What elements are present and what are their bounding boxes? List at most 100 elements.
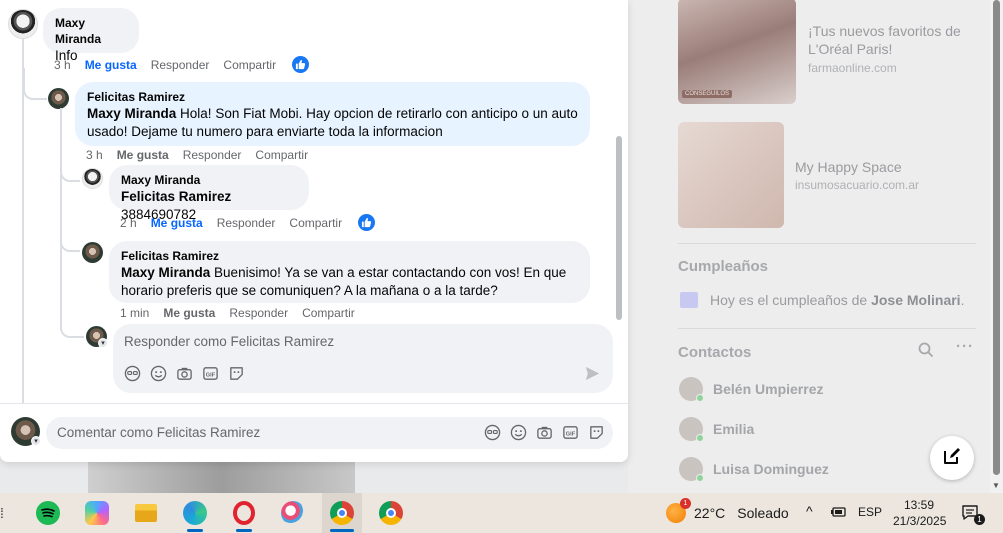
comment-author[interactable]: Maxy Miranda — [121, 172, 297, 188]
weather-text: Soleado — [737, 505, 789, 521]
scrollbar-thumb[interactable] — [993, 0, 1000, 475]
chevron-down-icon[interactable]: ▾ — [98, 338, 108, 348]
avatar[interactable] — [48, 88, 69, 109]
comment-input[interactable]: Comentar como Felicitas Ramirez GIF — [46, 417, 613, 449]
edge-icon — [183, 501, 207, 525]
comment-author[interactable]: Maxy Miranda — [55, 15, 127, 47]
reply-button[interactable]: Responder — [183, 148, 242, 162]
reply-button[interactable]: Responder — [217, 216, 276, 230]
avatar-sticker-icon[interactable] — [484, 424, 501, 441]
chrome-profile-app[interactable] — [371, 493, 411, 533]
contact-item[interactable]: Emilia — [679, 417, 754, 442]
avatar-sticker-icon[interactable] — [124, 365, 141, 382]
divider — [678, 328, 976, 329]
ad-badge: CONSEGUILOS — [682, 90, 733, 98]
avatar[interactable] — [82, 242, 103, 263]
birthday-notice[interactable]: Hoy es el cumpleaños de Jose Molinari. — [680, 292, 964, 308]
sticker-icon[interactable] — [228, 365, 245, 382]
like-button[interactable]: Me gusta — [85, 58, 137, 72]
weather-widget[interactable]: 1 22°C Soleado — [666, 498, 789, 523]
share-button[interactable]: Compartir — [302, 306, 355, 320]
clock-time: 13:59 — [903, 498, 935, 512]
chevron-up-icon[interactable]: ^ — [806, 503, 813, 519]
ad-image[interactable] — [678, 122, 784, 228]
comment-author[interactable]: Felicitas Ramirez — [121, 248, 578, 264]
camera-icon[interactable] — [176, 365, 193, 382]
emoji-icon[interactable] — [510, 424, 527, 441]
ad-domain: insumosacuario.com.ar — [795, 178, 920, 192]
comment-actions: 1 min Me gusta Responder Compartir — [120, 306, 355, 320]
gif-icon[interactable]: GIF — [562, 424, 579, 441]
like-reaction-icon[interactable] — [358, 214, 376, 231]
birthdays-title: Cumpleaños — [678, 258, 769, 275]
like-reaction-icon[interactable] — [292, 56, 310, 73]
battery-icon[interactable] — [830, 505, 848, 522]
page-scrollbar[interactable]: ▼ — [990, 0, 1003, 493]
edge-app[interactable] — [175, 493, 215, 533]
ad-domain: farmaonline.com — [808, 61, 897, 75]
reply-placeholder: Responder como Felicitas Ramirez — [124, 334, 335, 349]
clock[interactable]: 13:59 21/3/2025 — [893, 497, 947, 529]
contact-name: Belén Umpierrez — [713, 381, 824, 397]
sponsored-ad-happy-space[interactable]: My Happy Space insumosacuario.com.ar — [678, 122, 978, 228]
dialog-scrollbar[interactable] — [616, 136, 622, 320]
mention[interactable]: Maxy Miranda — [87, 106, 176, 121]
avatar[interactable] — [8, 9, 38, 39]
mention[interactable]: Maxy Miranda — [121, 265, 210, 280]
comment-placeholder: Comentar como Felicitas Ramirez — [57, 425, 261, 440]
contacts-title: Contactos — [678, 344, 752, 361]
clock-date: 21/3/2025 — [893, 514, 947, 528]
sponsored-ad-loreal[interactable]: CONSEGUILOS ¡Tus nuevos favoritos de L'O… — [678, 0, 978, 106]
like-button[interactable]: Me gusta — [117, 148, 169, 162]
reply-button[interactable]: Responder — [151, 58, 210, 72]
widgets-icon[interactable]: ⁞ — [0, 505, 4, 521]
like-button[interactable]: Me gusta — [163, 306, 215, 320]
ad-title[interactable]: ¡Tus nuevos favoritos de L'Oréal Paris! — [808, 22, 978, 58]
paint-app[interactable] — [273, 493, 313, 533]
share-button[interactable]: Compartir — [289, 216, 342, 230]
language-indicator[interactable]: ESP — [858, 505, 882, 519]
reply-input[interactable]: Responder como Felicitas Ramirez GIF — [113, 324, 613, 393]
ad-title[interactable]: My Happy Space — [795, 158, 965, 176]
comment-time[interactable]: 1 min — [120, 306, 149, 320]
opera-icon — [233, 501, 255, 525]
chrome-app[interactable] — [322, 493, 362, 533]
comment-time[interactable]: 3 h — [86, 148, 103, 162]
sticker-icon[interactable] — [588, 424, 605, 441]
share-button[interactable]: Compartir — [223, 58, 276, 72]
svg-text:GIF: GIF — [566, 431, 576, 437]
reply-button[interactable]: Responder — [229, 306, 288, 320]
new-message-button[interactable] — [930, 436, 974, 480]
search-icon[interactable] — [918, 342, 934, 362]
contact-item[interactable]: Belén Umpierrez — [679, 377, 824, 402]
comment-time[interactable]: 2 h — [120, 216, 137, 230]
comment-time[interactable]: 3 h — [54, 58, 71, 72]
divider — [678, 243, 976, 244]
online-status-dot — [696, 394, 704, 402]
thread-connector — [60, 232, 80, 252]
avatar — [679, 377, 704, 402]
more-options-icon[interactable]: ··· — [956, 338, 974, 362]
mention[interactable]: Felicitas Ramirez — [121, 189, 231, 204]
send-icon[interactable] — [584, 365, 601, 382]
spotify-app[interactable] — [28, 493, 68, 533]
gif-icon[interactable]: GIF — [202, 365, 219, 382]
copilot-icon — [85, 501, 109, 525]
comment-author[interactable]: Felicitas Ramirez — [87, 89, 578, 105]
comments-dialog: Maxy Miranda Info 3 h Me gusta Responder… — [0, 0, 628, 462]
file-explorer-app[interactable] — [126, 493, 166, 533]
like-button[interactable]: Me gusta — [151, 216, 203, 230]
camera-icon[interactable] — [536, 424, 553, 441]
copilot-app[interactable] — [77, 493, 117, 533]
ad-image[interactable]: CONSEGUILOS — [678, 0, 796, 104]
avatar[interactable] — [82, 168, 103, 189]
emoji-icon[interactable] — [150, 365, 167, 382]
notification-icon[interactable]: 1 — [961, 503, 985, 525]
contact-item[interactable]: Luisa Dominguez — [679, 457, 829, 482]
scroll-down-arrow-icon[interactable]: ▼ — [992, 481, 1000, 490]
comment-actions: 3 h Me gusta Responder Compartir — [54, 56, 310, 73]
share-button[interactable]: Compartir — [255, 148, 308, 162]
opera-app[interactable] — [224, 493, 264, 533]
chevron-down-icon[interactable]: ▾ — [31, 436, 41, 446]
birthday-name: Jose Molinari — [871, 292, 961, 308]
